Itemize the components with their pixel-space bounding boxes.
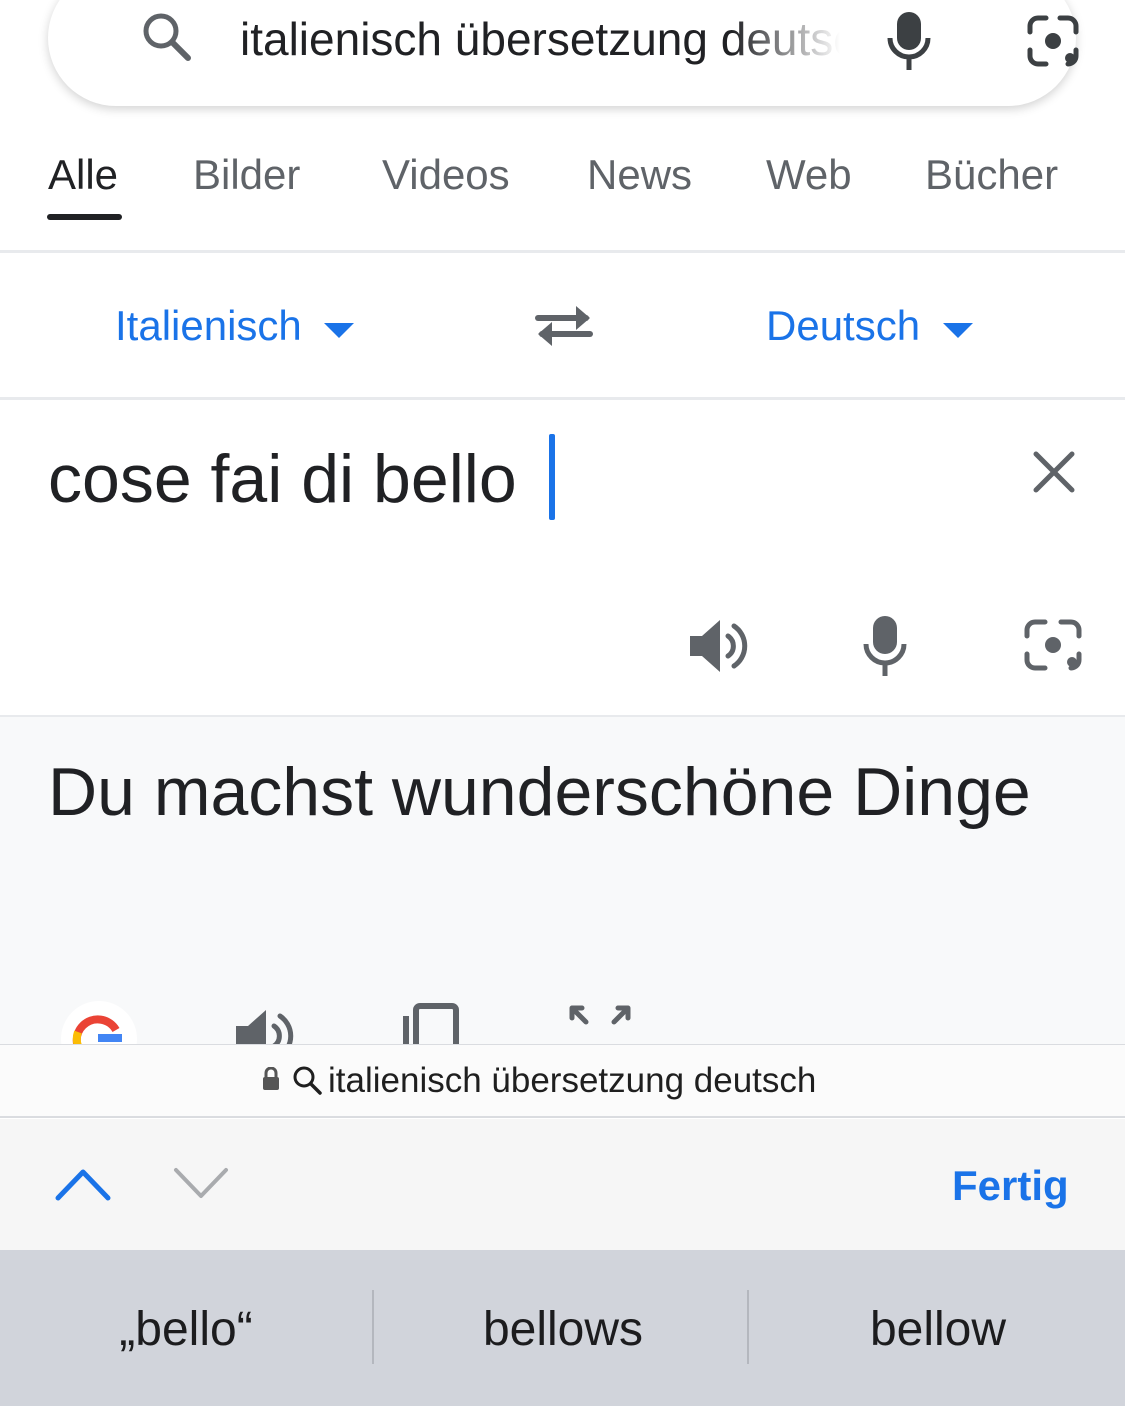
search-input[interactable]: italienisch übersetzung deutsch (240, 7, 840, 71)
page: { "search": { "query": "italienisch über… (0, 0, 1125, 1406)
suggestion-3[interactable]: bellow (768, 1302, 1108, 1358)
camera-lens-icon[interactable] (1022, 10, 1084, 72)
search-tabs: Alle Bilder Videos News Web Bücher (0, 130, 1125, 222)
tab-bilder[interactable]: Bilder (193, 150, 300, 200)
speaker-icon[interactable] (686, 614, 750, 678)
chevron-down-icon[interactable] (324, 323, 354, 338)
search-bar[interactable]: italienisch übersetzung deutsch (48, 0, 1079, 106)
tab-buecher[interactable]: Bücher (925, 150, 1058, 200)
search-icon (293, 1066, 322, 1095)
tab-news[interactable]: News (587, 150, 692, 200)
microphone-icon[interactable] (860, 614, 910, 678)
suggestion-divider (747, 1290, 749, 1364)
tab-web[interactable]: Web (766, 150, 852, 200)
active-tab-indicator (47, 214, 122, 220)
chevron-up-icon[interactable] (54, 1166, 112, 1202)
close-icon[interactable] (1030, 448, 1078, 496)
chevron-down-icon[interactable] (943, 323, 973, 338)
chevron-down-icon[interactable] (172, 1166, 230, 1202)
swap-icon[interactable] (532, 302, 596, 350)
translation-output: Du machst wunderschöne Dinge (48, 754, 1031, 830)
expand-icon[interactable] (568, 1004, 632, 1032)
source-text-input[interactable]: cose fai di bello (48, 438, 517, 520)
done-button[interactable]: Fertig (952, 1160, 1069, 1212)
tab-alle[interactable]: Alle (48, 150, 118, 200)
tabs-divider (0, 250, 1125, 253)
suggestion-divider (372, 1290, 374, 1364)
browser-address-bar[interactable]: italienisch übersetzung deutsch (0, 1044, 1125, 1118)
suggestion-1[interactable]: „bello“ (16, 1302, 356, 1358)
address-bar-text[interactable]: italienisch übersetzung deutsch (328, 1061, 816, 1101)
lock-icon (263, 1067, 279, 1090)
text-cursor (549, 434, 555, 520)
keyboard-suggestions: „bello“ bellows bellow (0, 1250, 1125, 1406)
search-icon[interactable] (138, 8, 194, 64)
tab-videos[interactable]: Videos (382, 150, 510, 200)
target-language-select[interactable]: Deutsch (766, 300, 920, 352)
microphone-icon[interactable] (884, 10, 934, 72)
camera-lens-icon[interactable] (1022, 614, 1084, 676)
source-language-select[interactable]: Italienisch (115, 300, 302, 352)
suggestion-2[interactable]: bellows (393, 1302, 733, 1358)
language-divider (0, 397, 1125, 400)
